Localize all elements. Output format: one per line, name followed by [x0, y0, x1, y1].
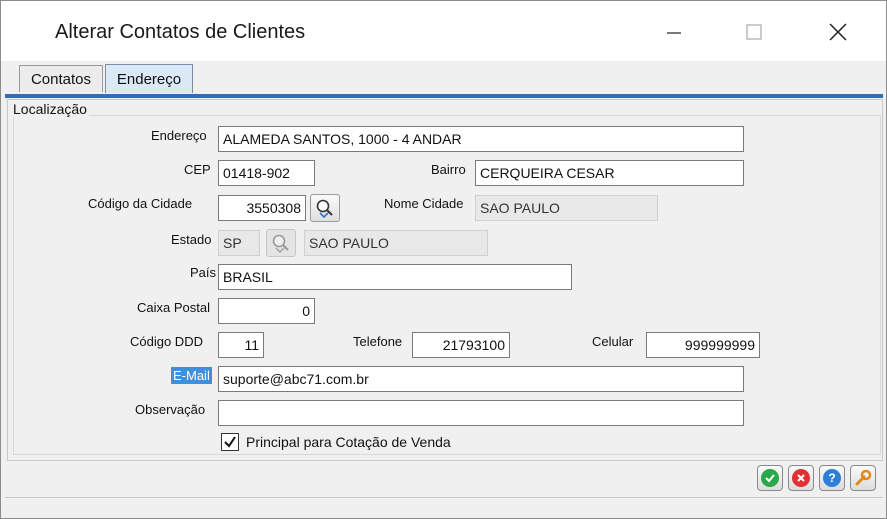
dialog-window: Alterar Contatos de Clientes Contatos En… [0, 0, 887, 519]
checkmark-icon [224, 436, 236, 448]
window-title: Alterar Contatos de Clientes [55, 21, 306, 43]
observacao-field[interactable] [218, 400, 744, 426]
codigo-ddd-label: Código DDD [130, 334, 203, 349]
city-lookup-button[interactable] [310, 194, 340, 222]
maximize-button[interactable] [731, 15, 777, 49]
estado-label: Estado [171, 232, 212, 247]
cancel-button[interactable] [788, 465, 814, 491]
magnifier-icon [272, 234, 289, 253]
minimize-button[interactable] [651, 15, 697, 49]
codigo-cidade-label: Código da Cidade [88, 196, 193, 211]
email-label: E-Mail [171, 367, 212, 384]
email-field[interactable]: suporte@abc71.com.br [218, 366, 744, 392]
maximize-icon [746, 24, 762, 40]
nome-cidade-label: Nome Cidade [384, 196, 464, 211]
state-lookup-button [266, 229, 296, 257]
bottom-separator [5, 497, 883, 498]
telefone-label: Telefone [353, 334, 403, 349]
caixa-postal-field[interactable]: 0 [218, 298, 315, 324]
pais-label: País [190, 265, 217, 280]
bairro-field[interactable]: CERQUEIRA CESAR [475, 160, 744, 186]
principal-checkbox-label[interactable]: Principal para Cotação de Venda [246, 434, 451, 450]
confirm-button[interactable] [757, 465, 783, 491]
wrench-icon [855, 469, 872, 486]
codigo-ddd-field[interactable]: 11 [218, 332, 264, 358]
help-icon: ? [823, 469, 841, 487]
estado-field: SP [218, 230, 260, 256]
celular-field[interactable]: 999999999 [646, 332, 760, 358]
telefone-field[interactable]: 21793100 [412, 332, 510, 358]
estado-nome-field: SAO PAULO [304, 230, 488, 256]
pais-field[interactable]: BRASIL [218, 264, 572, 290]
close-button[interactable] [815, 15, 861, 49]
tools-button[interactable] [850, 465, 876, 491]
principal-checkbox[interactable] [221, 433, 239, 451]
observacao-label: Observação [135, 402, 206, 417]
tab-contatos[interactable]: Contatos [19, 65, 103, 92]
close-icon [829, 23, 847, 41]
celular-label: Celular [592, 334, 634, 349]
check-circle-icon [761, 469, 779, 487]
tab-underline [5, 94, 883, 98]
title-bar: Alterar Contatos de Clientes [1, 1, 886, 61]
location-group-label: Localização [11, 101, 89, 117]
endereco-field[interactable]: ALAMEDA SANTOS, 1000 - 4 ANDAR [218, 126, 744, 152]
help-button[interactable]: ? [819, 465, 845, 491]
cep-field[interactable]: 01418-902 [218, 160, 315, 186]
bairro-label: Bairro [431, 162, 466, 177]
x-circle-icon [792, 469, 810, 487]
caixa-postal-label: Caixa Postal [137, 300, 210, 315]
tab-endereco[interactable]: Endereço [105, 64, 193, 93]
endereco-label: Endereço [151, 128, 207, 143]
minimize-icon [667, 32, 681, 34]
magnifier-icon [316, 199, 333, 218]
codigo-cidade-field[interactable]: 3550308 [218, 195, 306, 221]
nome-cidade-field: SAO PAULO [475, 195, 658, 221]
cep-label: CEP [184, 162, 211, 177]
